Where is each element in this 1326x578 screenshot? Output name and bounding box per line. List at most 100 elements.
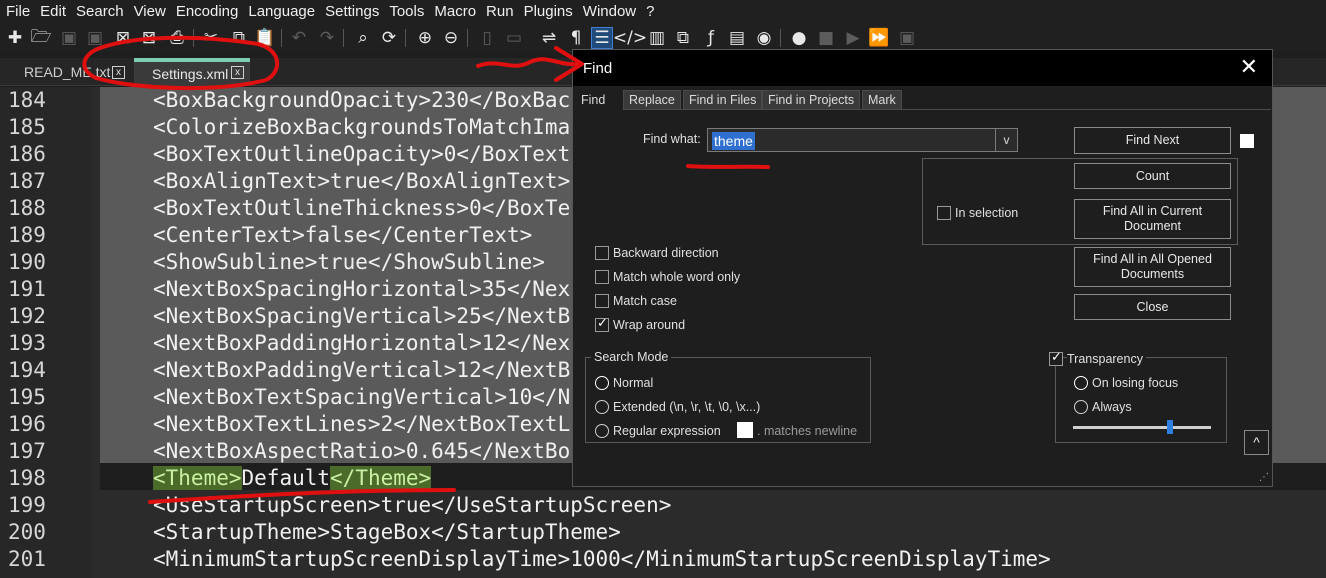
toolbar: ✚ 🗁 ▣ ▣ ⊠ ⊠ ⎙ ✂ ⧉ 📋 ↶ ↷ ⌕ ⟳ ⊕ ⊖ ▯ ▭ ⇌ ¶ … [0,24,1326,52]
find-dialog-title-bar[interactable]: Find [573,50,1272,86]
collapse-button[interactable]: ^ [1244,430,1269,455]
line-number: 190 [8,250,46,274]
menu-view[interactable]: View [132,0,174,24]
indent-guide-icon[interactable]: ☰ [591,27,613,49]
close-icon[interactable]: x [231,66,244,79]
find-what-combobox[interactable]: theme v [707,128,1018,152]
theme-open-tag-match: <Theme> [153,466,242,490]
line-text: <NextBoxPaddingVertical>12</NextB [153,358,571,382]
open-file-icon[interactable]: 🗁 [30,27,52,49]
monitoring-icon[interactable]: ◉ [753,27,775,49]
show-all-chars-icon[interactable]: ¶ [565,27,587,49]
menu-tools[interactable]: Tools [387,0,432,24]
in-selection-checkbox[interactable] [937,206,951,220]
match-case-checkbox[interactable] [595,294,609,308]
code-line: 200 <StartupTheme>StageBox</StartupTheme> [0,519,1326,546]
redo-icon[interactable]: ↷ [316,27,338,49]
find-all-opened-button[interactable]: Find All in All Opened Documents [1074,247,1231,287]
save-macro-icon[interactable]: ▣ [896,27,918,49]
doc-map-icon[interactable]: ▥ [646,27,668,49]
count-button[interactable]: Count [1074,163,1231,189]
line-text: <ColorizeBoxBackgroundsToMatchIma [153,115,571,139]
play-macro-icon[interactable]: ▶ [842,27,864,49]
wrap-around-checkbox[interactable] [595,316,609,332]
xml-tag-icon[interactable]: </> [613,27,647,49]
tab-settings-xml[interactable]: Settings.xml x [134,58,250,86]
transparency-slider-thumb[interactable] [1167,420,1173,434]
menu-window[interactable]: Window [581,0,644,24]
close-file-icon[interactable]: ⊠ [112,27,134,49]
zoom-in-icon[interactable]: ⊕ [414,27,436,49]
resize-grip-icon[interactable]: ⋰ [1259,472,1269,483]
record-macro-icon[interactable]: ● [788,27,810,49]
backward-direction-checkbox[interactable] [595,246,609,260]
word-wrap-icon[interactable]: ⇌ [538,27,560,49]
on-losing-focus-label: On losing focus [1092,376,1179,390]
line-number: 199 [8,493,46,517]
print-icon[interactable]: ⎙ [166,27,188,49]
toolbar-separator [780,29,781,47]
find-what-input[interactable]: theme [712,132,755,150]
menu-search[interactable]: Search [74,0,132,24]
tab-find-in-files[interactable]: Find in Files [683,90,763,110]
find-icon[interactable]: ⌕ [352,27,374,49]
menu-plugins[interactable]: Plugins [522,0,581,24]
undo-icon[interactable]: ↶ [288,27,310,49]
folder-workspace-icon[interactable]: ▤ [726,27,748,49]
zoom-out-icon[interactable]: ⊖ [440,27,462,49]
sync-horizontal-icon[interactable]: ▭ [503,27,525,49]
close-icon[interactable]: x [112,66,125,79]
on-losing-focus-radio[interactable] [1074,376,1088,390]
close-icon[interactable]: ✕ [1240,57,1258,79]
transparency-label: Transparency [1067,352,1146,366]
new-file-icon[interactable]: ✚ [4,27,26,49]
normal-radio[interactable] [595,376,609,390]
line-number: 187 [8,169,46,193]
toolbar-separator [343,29,344,47]
regex-radio[interactable] [595,424,609,438]
tab-readme[interactable]: READ_ME.txt x [0,58,134,86]
tab-mark[interactable]: Mark [862,90,902,110]
copy-icon[interactable]: ⧉ [228,27,250,49]
find-all-current-button[interactable]: Find All in Current Document [1074,199,1231,239]
transparency-slider[interactable] [1073,426,1211,429]
always-radio[interactable] [1074,400,1088,414]
doc-list-icon[interactable]: ⧉ [672,27,694,49]
line-text: <BoxTextOutlineOpacity>0</BoxText [153,142,571,166]
matches-newline-checkbox[interactable] [737,422,753,438]
close-button[interactable]: Close [1074,294,1231,320]
menu-edit[interactable]: Edit [38,0,74,24]
close-all-icon[interactable]: ⊠ [138,27,160,49]
save-icon[interactable]: ▣ [58,27,80,49]
menu-language[interactable]: Language [246,0,323,24]
stop-macro-icon[interactable]: ■ [815,27,837,49]
save-all-icon[interactable]: ▣ [84,27,106,49]
paste-icon[interactable]: 📋 [254,27,276,49]
menu-file[interactable]: File [4,0,38,24]
line-number: 188 [8,196,46,220]
menu-settings[interactable]: Settings [323,0,387,24]
transparency-checkbox[interactable] [1049,350,1063,366]
match-whole-word-checkbox[interactable] [595,270,609,284]
cut-icon[interactable]: ✂ [200,27,222,49]
extended-radio[interactable] [595,400,609,414]
function-list-icon[interactable]: ƒ [700,27,722,49]
find-next-button[interactable]: Find Next [1074,127,1231,154]
tab-replace[interactable]: Replace [623,90,681,110]
menu-encoding[interactable]: Encoding [174,0,247,24]
line-number: 197 [8,439,46,463]
run-macro-multiple-icon[interactable]: ⏩ [868,27,890,49]
replace-icon[interactable]: ⟳ [378,27,400,49]
menu-run[interactable]: Run [484,0,522,24]
find-next-option-checkbox[interactable] [1240,134,1254,148]
tab-find[interactable]: Find [576,90,610,110]
sync-vertical-icon[interactable]: ▯ [476,27,498,49]
chevron-down-icon[interactable]: v [995,129,1017,151]
line-text: <NextBoxSpacingVertical>25</NextB [153,304,571,328]
menu-macro[interactable]: Macro [432,0,484,24]
tab-find-in-projects[interactable]: Find in Projects [762,90,861,110]
menu-bar: File Edit Search View Encoding Language … [0,0,1326,24]
tab-label: Settings.xml [152,66,229,82]
menu-help[interactable]: ? [644,0,662,24]
line-text: <NextBoxTextLines>2</NextBoxTextL [153,412,571,436]
